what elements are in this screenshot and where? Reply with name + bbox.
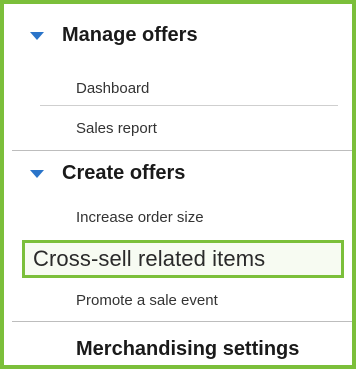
divider	[40, 105, 338, 106]
sidebar-menu: Manage offers Dashboard Sales report Cre…	[12, 12, 352, 365]
sidebar-frame: Manage offers Dashboard Sales report Cre…	[0, 0, 356, 369]
section-create-offers[interactable]: Create offers	[12, 162, 352, 185]
menu-item-sales-report[interactable]: Sales report	[76, 120, 157, 137]
section-title-manage-offers: Manage offers	[62, 24, 198, 46]
menu-item-increase-order-size[interactable]: Increase order size	[76, 209, 204, 226]
section-divider	[12, 150, 352, 151]
section-merchandising-settings[interactable]: Merchandising settings	[76, 338, 299, 361]
menu-item-promote-sale-event[interactable]: Promote a sale event	[76, 292, 218, 309]
triangle-down-icon[interactable]	[30, 31, 44, 40]
menu-item-dashboard[interactable]: Dashboard	[76, 80, 149, 97]
section-manage-offers[interactable]: Manage offers	[12, 24, 352, 47]
section-title-create-offers: Create offers	[62, 162, 186, 184]
triangle-down-icon[interactable]	[30, 169, 44, 178]
section-divider	[12, 321, 352, 322]
menu-item-cross-sell-label: Cross-sell related items	[33, 246, 266, 271]
menu-item-cross-sell-selected[interactable]: Cross-sell related items	[22, 240, 344, 278]
